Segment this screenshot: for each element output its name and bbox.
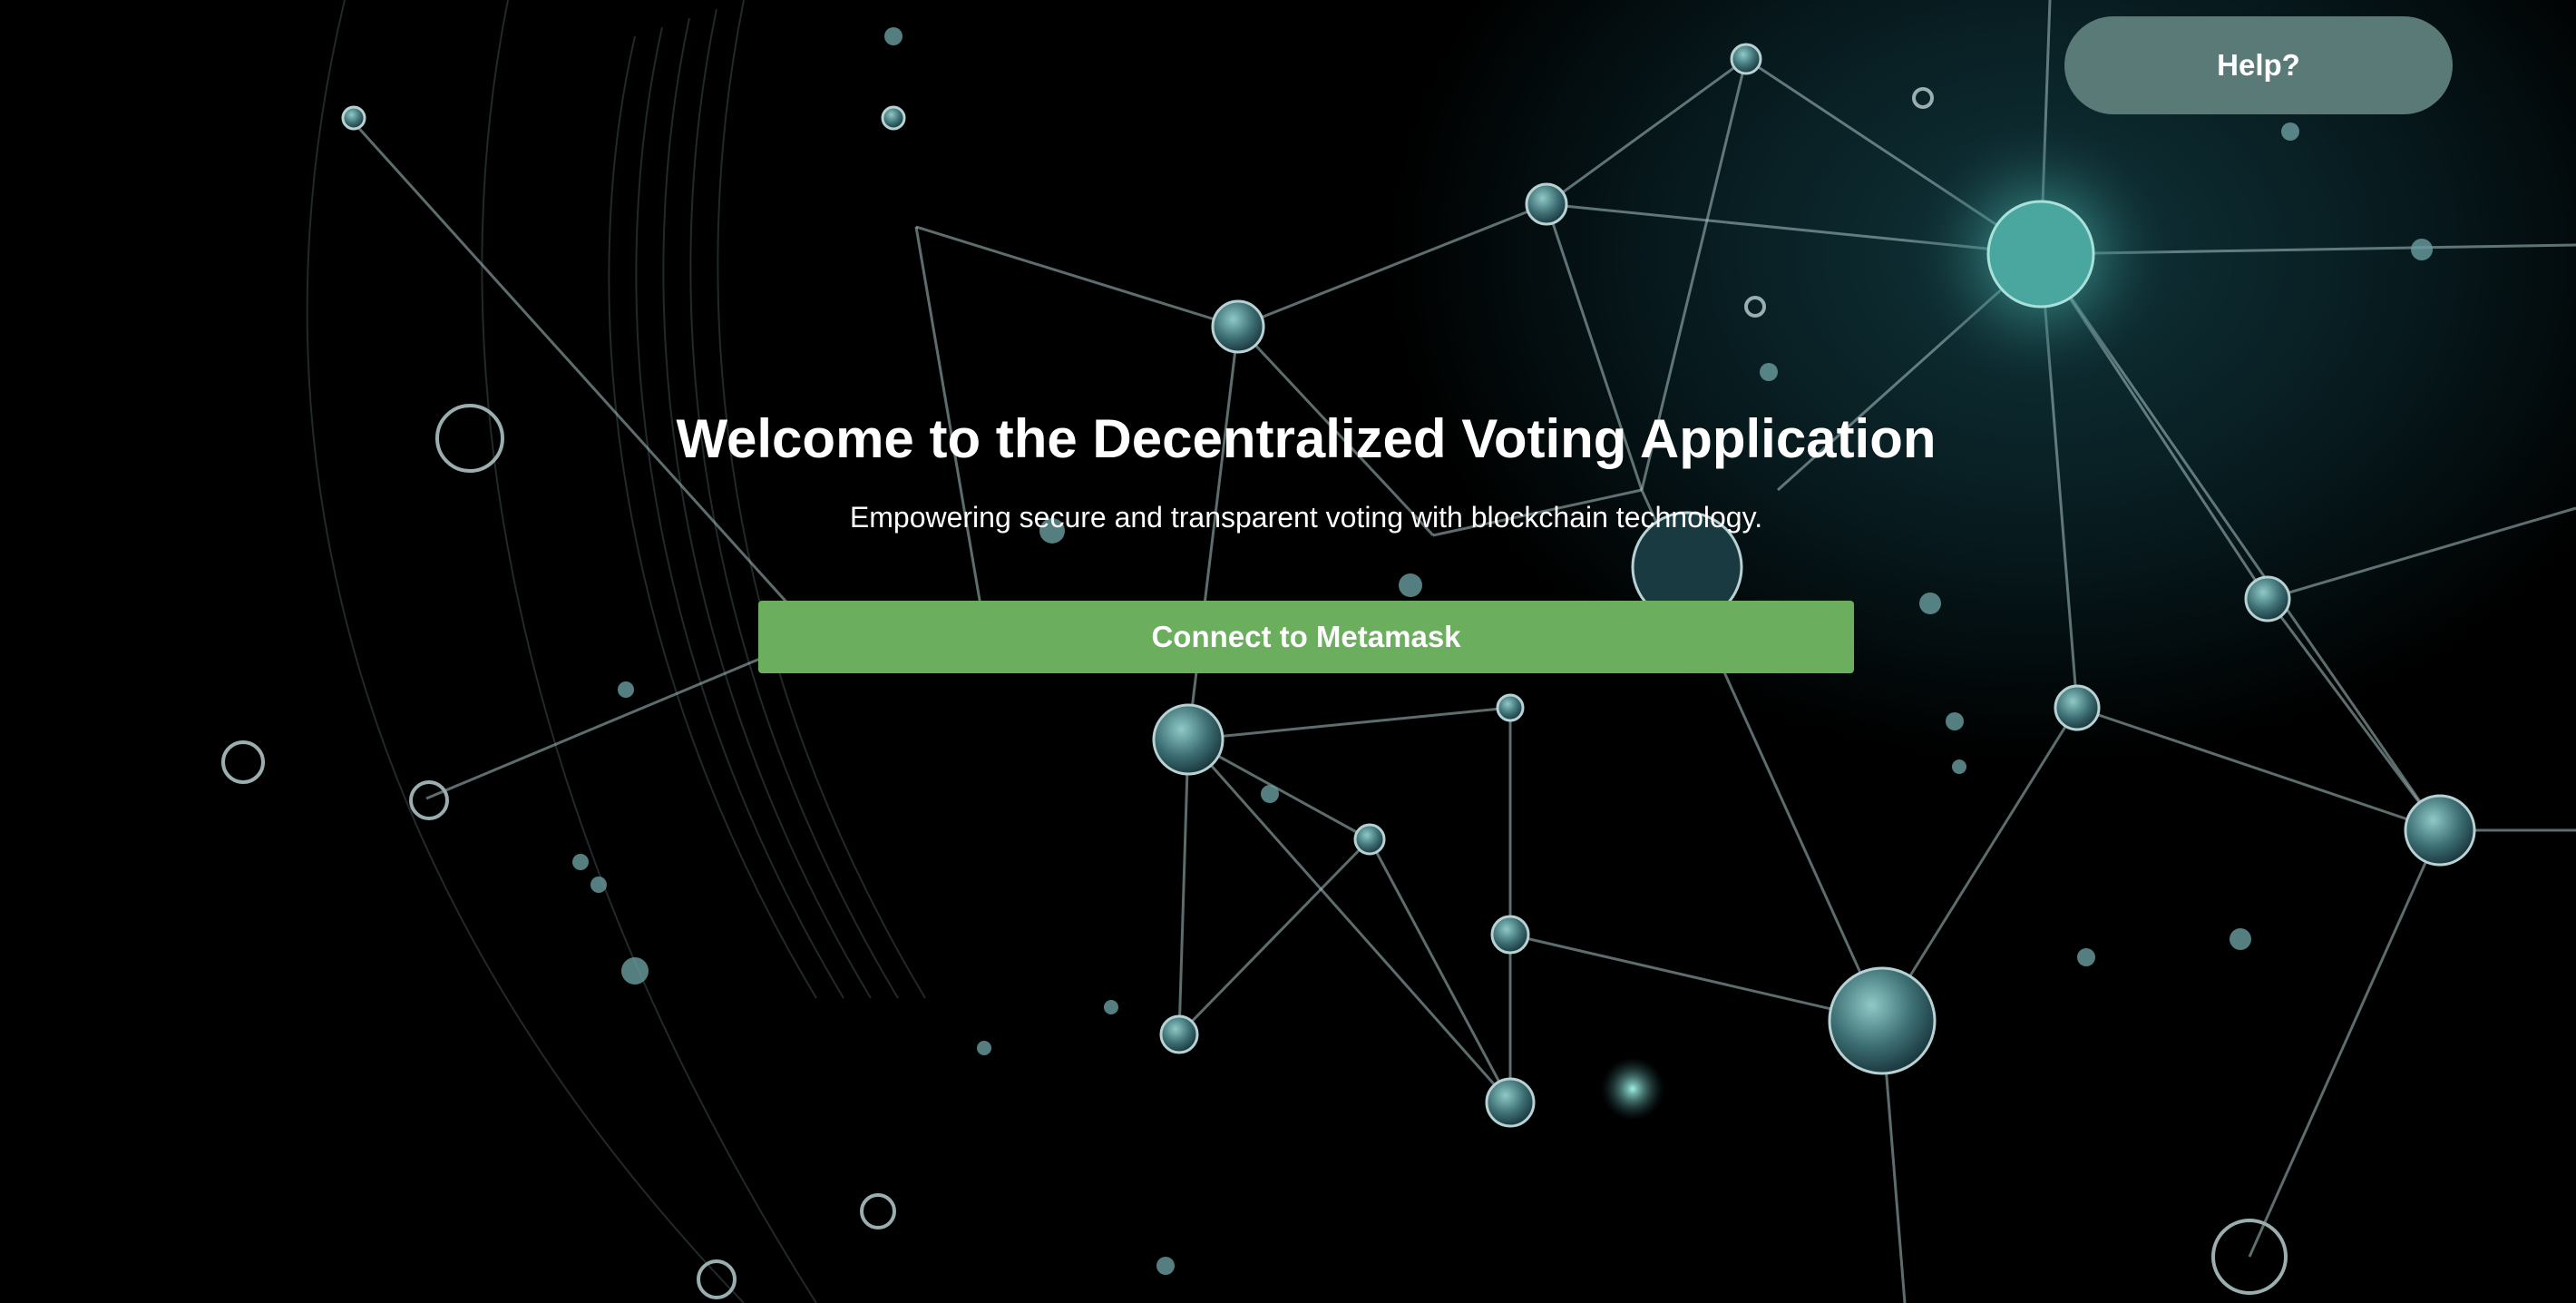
landing-page: Help? Welcome to the Decentralized Votin… — [0, 0, 2576, 1303]
connect-metamask-button[interactable]: Connect to Metamask — [758, 601, 1854, 673]
help-button[interactable]: Help? — [2064, 16, 2453, 114]
page-subtitle: Empowering secure and transparent voting… — [849, 501, 1763, 534]
page-title: Welcome to the Decentralized Voting Appl… — [676, 408, 1937, 469]
